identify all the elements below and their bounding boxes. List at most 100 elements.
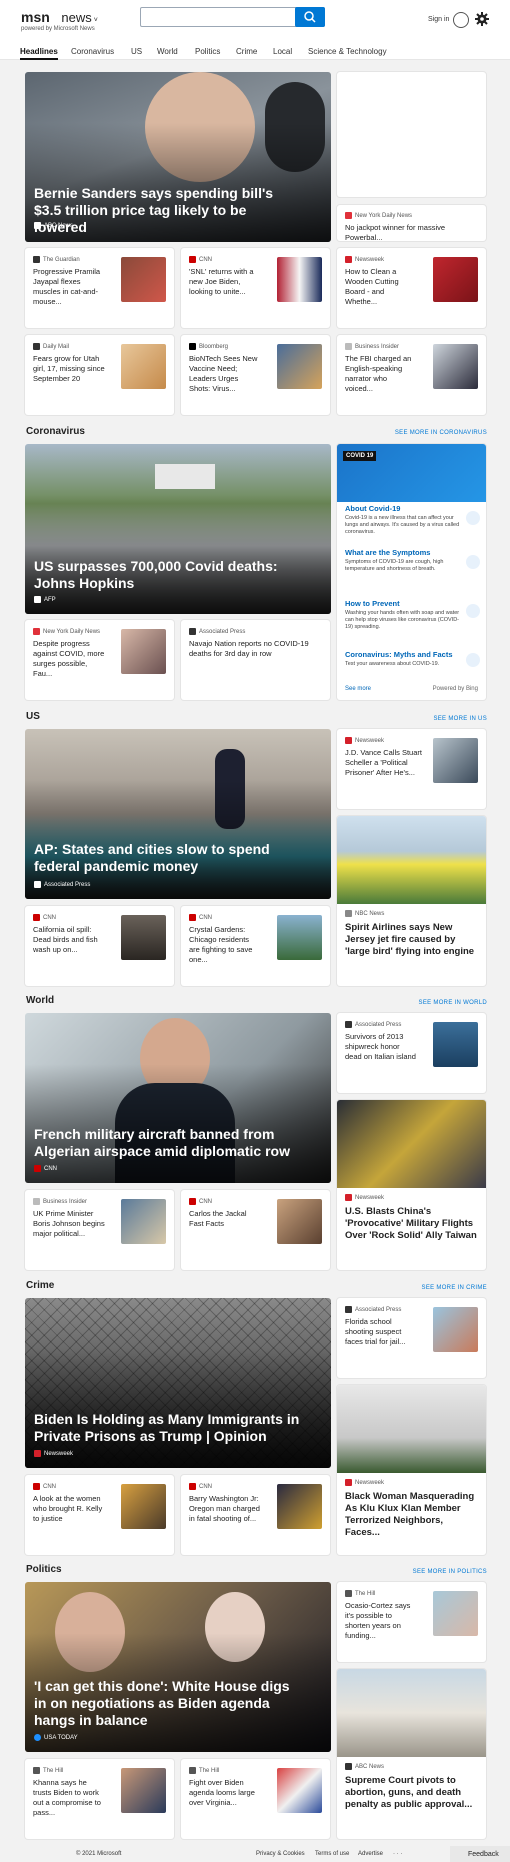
brand-name: msn <box>21 9 50 25</box>
news-card[interactable]: The Hill Khanna says he trusts Biden to … <box>25 1759 174 1839</box>
card-title[interactable]: Black Woman Masquerading As Klu Klux Kla… <box>345 1491 478 1539</box>
sign-in-link[interactable]: Sign in <box>428 16 449 23</box>
card-title[interactable]: Progressive Pramila Jayapal flexes muscl… <box>33 267 105 307</box>
hero-story[interactable]: US surpasses 700,000 Covid deaths: Johns… <box>25 444 331 614</box>
card-title[interactable]: Fight over Biden agenda looms large over… <box>189 1778 261 1808</box>
hero-title[interactable]: US surpasses 700,000 Covid deaths: Johns… <box>34 558 301 592</box>
news-card[interactable]: CNN A look at the women who brought R. K… <box>25 1475 174 1555</box>
hero-story[interactable]: 'I can get this done': White House digs … <box>25 1582 331 1752</box>
news-card[interactable]: The Hill Fight over Biden agenda looms l… <box>181 1759 330 1839</box>
tab-us[interactable]: US <box>131 47 142 56</box>
thumbnail <box>337 1385 486 1473</box>
news-card[interactable]: NBC News Spirit Airlines says New Jersey… <box>337 816 486 986</box>
card-title[interactable]: J.D. Vance Calls Stuart Scheller a 'Poli… <box>345 748 425 778</box>
card-title[interactable]: Fears grow for Utah girl, 17, missing si… <box>33 354 105 384</box>
card-title[interactable]: Ocasio-Cortez says it's possible to shor… <box>345 1601 417 1641</box>
hero-story[interactable]: AP: States and cities slow to spend fede… <box>25 729 331 899</box>
news-card[interactable]: Associated Press Florida school shooting… <box>337 1298 486 1378</box>
news-card[interactable]: CNN Barry Washington Jr: Oregon man char… <box>181 1475 330 1555</box>
news-card[interactable]: Daily Mail Fears grow for Utah girl, 17,… <box>25 335 174 415</box>
card-title[interactable]: Supreme Court pivots to abortion, guns, … <box>345 1775 478 1811</box>
search-input[interactable] <box>141 9 296 27</box>
news-card[interactable]: The Guardian Progressive Pramila Jayapal… <box>25 248 174 328</box>
tab-world[interactable]: World <box>157 47 178 56</box>
thumbnail <box>433 257 478 302</box>
card-title[interactable]: The FBI charged an English-speaking narr… <box>345 354 417 394</box>
news-card[interactable]: Newsweek U.S. Blasts China's 'Provocativ… <box>337 1100 486 1270</box>
search-button[interactable] <box>295 7 325 27</box>
news-card[interactable]: CNN Crystal Gardens: Chicago residents a… <box>181 906 330 986</box>
news-card[interactable]: New York Daily News Despite progress aga… <box>25 620 174 700</box>
search-box[interactable] <box>140 7 325 27</box>
news-card[interactable]: ABC News Supreme Court pivots to abortio… <box>337 1669 486 1839</box>
hero-title[interactable]: Biden Is Holding as Many Immigrants in P… <box>34 1411 301 1445</box>
card-title[interactable]: Florida school shooting suspect faces tr… <box>345 1317 417 1347</box>
thumbnail <box>121 1768 166 1813</box>
feedback-button[interactable]: Feedback <box>450 1846 510 1862</box>
hero-story[interactable]: Bernie Sanders says spending bill's $3.5… <box>25 72 331 242</box>
card-title[interactable]: California oil spill: Dead birds and fis… <box>33 925 105 955</box>
card-title[interactable]: BioNTech Sees New Vaccine Need; Leaders … <box>189 354 261 394</box>
news-card[interactable]: CNN Carlos the Jackal Fast Facts <box>181 1190 330 1270</box>
card-title[interactable]: Crystal Gardens: Chicago residents are f… <box>189 925 261 965</box>
news-card[interactable]: New York Daily News No jackpot winner fo… <box>337 205 486 243</box>
card-title[interactable]: A look at the women who brought R. Kelly… <box>33 1494 105 1524</box>
covid-item[interactable]: How to Prevent Washing your hands often w… <box>345 599 460 631</box>
news-card[interactable]: Newsweek How to Clean a Wooden Cutting B… <box>337 248 486 328</box>
tab-headlines[interactable]: Headlines <box>20 47 58 60</box>
hero-title[interactable]: AP: States and cities slow to spend fede… <box>34 841 301 875</box>
terms-link[interactable]: Terms of use <box>315 1851 349 1857</box>
news-card[interactable]: Business Insider The FBI charged an Engl… <box>337 335 486 415</box>
card-title[interactable]: Khanna says he trusts Biden to work out … <box>33 1778 105 1818</box>
news-card[interactable]: The Hill Ocasio-Cortez says it's possibl… <box>337 1582 486 1662</box>
tab-politics[interactable]: Politics <box>195 47 220 56</box>
covid-item[interactable]: Coronavirus: Myths and Facts Test your aw… <box>345 650 460 668</box>
news-card[interactable]: Newsweek J.D. Vance Calls Stuart Schelle… <box>337 729 486 809</box>
msn-logo[interactable]: msn news ˅ <box>21 9 98 25</box>
hero-title[interactable]: 'I can get this done': White House digs … <box>34 1678 301 1729</box>
covid-item[interactable]: What are the Symptoms Symptoms of COVID-1… <box>345 548 460 573</box>
see-more-coronavirus[interactable]: SEE MORE IN CORONAVIRUS <box>395 430 487 436</box>
tab-local[interactable]: Local <box>273 47 292 56</box>
hero-story[interactable]: Biden Is Holding as Many Immigrants in P… <box>25 1298 331 1468</box>
news-card[interactable]: Associated Press Navajo Nation reports n… <box>181 620 330 700</box>
news-card[interactable]: Business Insider UK Prime Minister Boris… <box>25 1190 174 1270</box>
tab-science-technology[interactable]: Science & Technology <box>308 47 387 56</box>
hero-title[interactable]: French military aircraft banned from Alg… <box>34 1126 301 1160</box>
more-links[interactable]: · · · <box>393 1851 402 1857</box>
thumbnail <box>277 915 322 960</box>
see-more-crime[interactable]: SEE MORE IN CRIME <box>422 1285 487 1291</box>
card-title[interactable]: Carlos the Jackal Fast Facts <box>189 1209 261 1229</box>
news-card[interactable]: Newsweek Black Woman Masquerading As Klu… <box>337 1385 486 1555</box>
card-title[interactable]: Barry Washington Jr: Oregon man charged … <box>189 1494 261 1524</box>
news-card[interactable]: Associated Press Survivors of 2013 shipw… <box>337 1013 486 1093</box>
card-title[interactable]: U.S. Blasts China's 'Provocative' Milita… <box>345 1206 478 1242</box>
thumbnail <box>121 344 166 389</box>
news-card[interactable]: CNN 'SNL' returns with a new Joe Biden, … <box>181 248 330 328</box>
card-title[interactable]: Despite progress against COVID, more sur… <box>33 639 105 679</box>
see-more-world[interactable]: SEE MORE IN WORLD <box>419 1000 487 1006</box>
hero-title[interactable]: Bernie Sanders says spending bill's $3.5… <box>34 185 301 236</box>
see-more-us[interactable]: SEE MORE IN US <box>433 716 487 722</box>
card-title[interactable]: Spirit Airlines says New Jersey jet fire… <box>345 922 478 958</box>
covid-item[interactable]: About Covid-19 Covid-19 is a new illness … <box>345 504 460 536</box>
privacy-link[interactable]: Privacy & Cookies <box>256 1851 305 1857</box>
thumbnail <box>433 1022 478 1067</box>
advertise-link[interactable]: Advertise <box>358 1851 383 1857</box>
avatar-icon[interactable] <box>453 12 469 28</box>
card-title[interactable]: UK Prime Minister Boris Johnson begins m… <box>33 1209 105 1239</box>
card-title[interactable]: 'SNL' returns with a new Joe Biden, look… <box>189 267 261 297</box>
tab-crime[interactable]: Crime <box>236 47 257 56</box>
hero-story[interactable]: French military aircraft banned from Alg… <box>25 1013 331 1183</box>
tab-coronavirus[interactable]: Coronavirus <box>71 47 114 56</box>
gear-icon[interactable] <box>475 12 489 26</box>
see-more-politics[interactable]: SEE MORE IN POLITICS <box>413 1569 487 1575</box>
card-title[interactable]: Survivors of 2013 shipwreck honor dead o… <box>345 1032 417 1062</box>
card-title[interactable]: No jackpot winner for massive Powerbal..… <box>345 223 480 243</box>
card-title[interactable]: How to Clean a Wooden Cutting Board - an… <box>345 267 417 307</box>
card-title[interactable]: Navajo Nation reports no COVID-19 deaths… <box>189 639 319 659</box>
news-card[interactable]: Bloomberg BioNTech Sees New Vaccine Need… <box>181 335 330 415</box>
news-card[interactable]: CNN California oil spill: Dead birds and… <box>25 906 174 986</box>
thumbnail <box>121 1199 166 1244</box>
covid-see-more[interactable]: See more <box>345 686 371 692</box>
